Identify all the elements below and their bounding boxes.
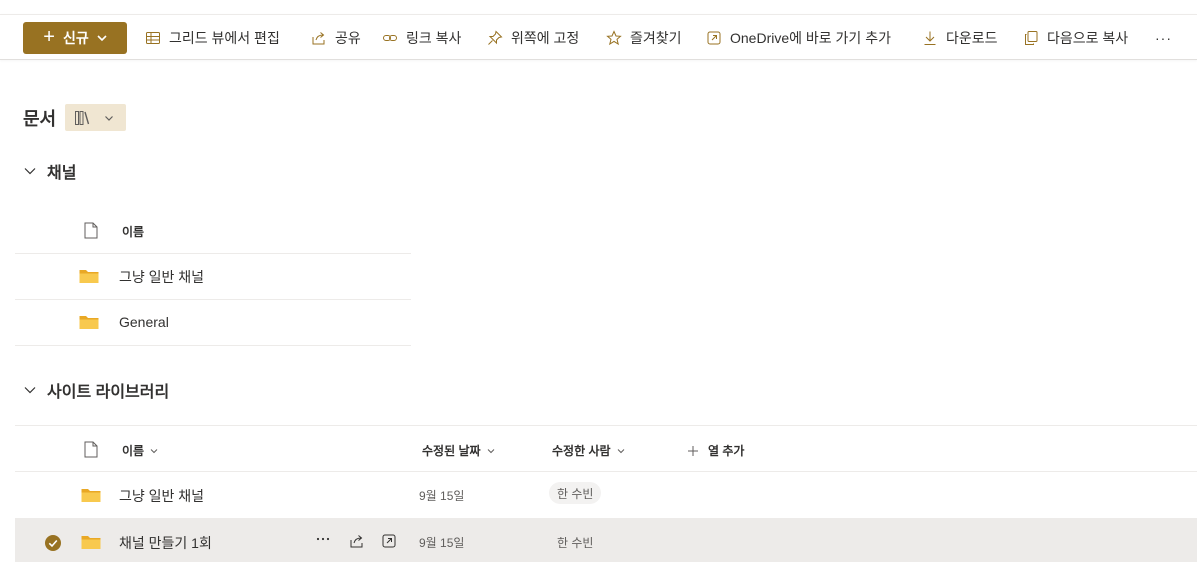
shortcut-icon[interactable] — [381, 533, 397, 549]
pin-to-top-label: 위쪽에 고정 — [511, 30, 580, 46]
plus-icon — [688, 445, 698, 456]
table-row-modified-by[interactable]: 한 수빈 — [549, 482, 602, 504]
site-library-section-toggle[interactable]: 사이트 라이브러리 — [23, 378, 169, 402]
chevron-down-icon — [487, 448, 494, 453]
copy-link-button[interactable]: 링크 복사 — [382, 15, 461, 61]
folder-icon — [79, 270, 99, 283]
new-button[interactable]: + 신규 — [23, 22, 127, 54]
new-button-label: 신규 — [62, 30, 89, 46]
column-header-name-label: 이름 — [122, 225, 145, 239]
share-icon — [312, 32, 325, 45]
list-item[interactable]: General — [119, 314, 169, 330]
more-options-button[interactable]: ··· — [1155, 15, 1172, 61]
channels-section-toggle[interactable]: 채널 — [23, 159, 76, 183]
chevron-down-icon — [24, 387, 36, 394]
table-row-modified-by[interactable]: 한 수빈 — [557, 534, 593, 551]
more-icon: ··· — [1155, 30, 1172, 46]
column-header-modified[interactable]: 수정된 날짜 — [422, 442, 495, 459]
library-view-icon — [75, 110, 90, 125]
add-onedrive-shortcut-button[interactable]: OneDrive에 바로 가기 추가 — [706, 15, 891, 61]
chevron-down-icon — [105, 115, 114, 121]
file-type-icon — [84, 222, 98, 239]
edit-grid-view-label: 그리드 뷰에서 편집 — [169, 30, 280, 46]
chevron-down-icon — [24, 168, 36, 175]
checkmark-icon[interactable] — [45, 535, 61, 551]
column-header-name-label: 이름 — [122, 444, 145, 458]
library-header: 문서 — [23, 104, 127, 131]
chevron-down-icon — [617, 448, 624, 453]
list-item[interactable]: 그냥 일반 채널 — [119, 267, 204, 287]
copy-to-button[interactable]: 다음으로 복사 — [1023, 15, 1128, 61]
share-button[interactable]: 공유 — [311, 15, 361, 61]
command-bar: + 신규 그리드 뷰에서 편집 공유 링크 복사 위쪽에 고정 즐겨찾기 One… — [0, 14, 1197, 60]
copy-icon — [1025, 31, 1038, 45]
download-label: 다운로드 — [946, 30, 998, 46]
view-switcher[interactable] — [65, 104, 127, 131]
row-more-actions-button[interactable] — [315, 531, 331, 550]
site-library-heading: 사이트 라이브러리 — [47, 384, 170, 401]
share-label: 공유 — [335, 30, 361, 46]
shortcut-icon — [707, 31, 721, 45]
divider — [15, 471, 1197, 472]
more-icon — [316, 537, 330, 541]
folder-icon — [79, 316, 99, 329]
star-icon — [606, 30, 622, 46]
pin-icon — [488, 30, 503, 45]
table-row-modified: 9월 15일 — [419, 489, 465, 503]
column-header-modified-by-label: 수정한 사람 — [552, 444, 611, 458]
divider — [15, 345, 411, 346]
download-button[interactable]: 다운로드 — [922, 15, 998, 61]
add-column-button[interactable]: 열 추가 — [688, 442, 744, 459]
add-onedrive-shortcut-label: OneDrive에 바로 가기 추가 — [730, 30, 891, 46]
chevron-down-icon — [97, 35, 107, 42]
column-header-name[interactable]: 이름 — [122, 442, 158, 459]
divider — [15, 299, 411, 300]
table-row-name[interactable]: 그냥 일반 채널 — [119, 486, 204, 506]
share-icon[interactable] — [349, 533, 365, 549]
modified-by-name: 한 수빈 — [557, 486, 594, 501]
folder-icon — [81, 536, 101, 549]
table-row-name[interactable]: 채널 만들기 1회 — [119, 533, 212, 553]
column-header-name[interactable]: 이름 — [122, 223, 144, 240]
column-header-modified-by[interactable]: 수정한 사람 — [552, 442, 625, 459]
chevron-down-icon — [150, 448, 158, 453]
column-header-modified-label: 수정된 날짜 — [422, 444, 481, 458]
download-icon — [924, 31, 936, 45]
page-title: 문서 — [23, 108, 57, 129]
add-column-label: 열 추가 — [708, 444, 745, 458]
file-type-icon — [84, 441, 98, 458]
copy-to-label: 다음으로 복사 — [1047, 30, 1129, 46]
favorite-label: 즐겨찾기 — [630, 30, 682, 46]
favorite-button[interactable]: 즐겨찾기 — [606, 15, 682, 61]
folder-icon — [81, 489, 101, 502]
copy-link-label: 링크 복사 — [406, 30, 462, 46]
pin-to-top-button[interactable]: 위쪽에 고정 — [487, 15, 579, 61]
grid-icon — [146, 32, 160, 44]
plus-icon: + — [43, 26, 55, 48]
divider — [15, 253, 411, 254]
divider — [15, 425, 1197, 426]
link-icon — [383, 35, 397, 41]
channels-heading: 채널 — [47, 165, 77, 182]
table-row-modified: 9월 15일 — [419, 536, 465, 550]
edit-grid-view-button[interactable]: 그리드 뷰에서 편집 — [145, 15, 280, 61]
